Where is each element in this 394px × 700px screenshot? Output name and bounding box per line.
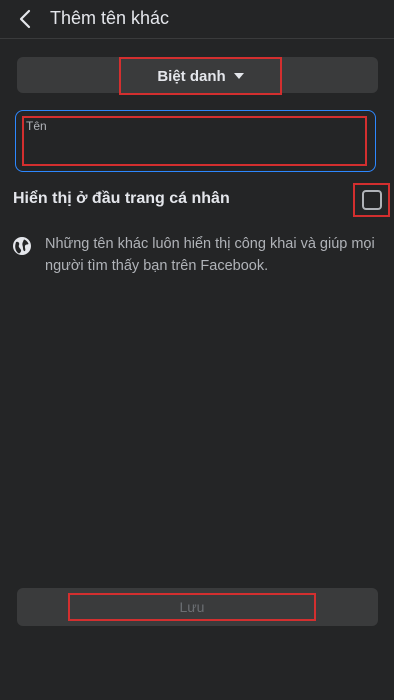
- name-input[interactable]: [26, 119, 346, 133]
- save-button-label: Lưu: [179, 599, 205, 615]
- back-arrow-icon: [19, 9, 31, 29]
- name-type-label: Biệt danh: [157, 67, 226, 85]
- name-type-highlight: Biệt danh: [119, 57, 282, 95]
- back-button[interactable]: [12, 6, 38, 32]
- top-bar: Thêm tên khác: [0, 0, 394, 39]
- name-field[interactable]: [15, 110, 376, 172]
- show-on-profile-label: Hiển thị ở đầu trang cá nhân: [13, 190, 230, 207]
- page-title: Thêm tên khác: [50, 8, 170, 28]
- name-type-dropdown[interactable]: Biệt danh: [17, 57, 378, 95]
- save-button[interactable]: Lưu: [17, 588, 378, 626]
- save-button-highlight: Lưu: [68, 593, 316, 621]
- show-on-profile-checkbox[interactable]: [361, 190, 382, 210]
- globe-icon: [13, 237, 31, 255]
- show-on-profile-checkbox-highlight[interactable]: [353, 183, 390, 217]
- caret-down-icon: [233, 73, 244, 79]
- info-text: Những tên khác luôn hiển thị công khai v…: [45, 236, 375, 274]
